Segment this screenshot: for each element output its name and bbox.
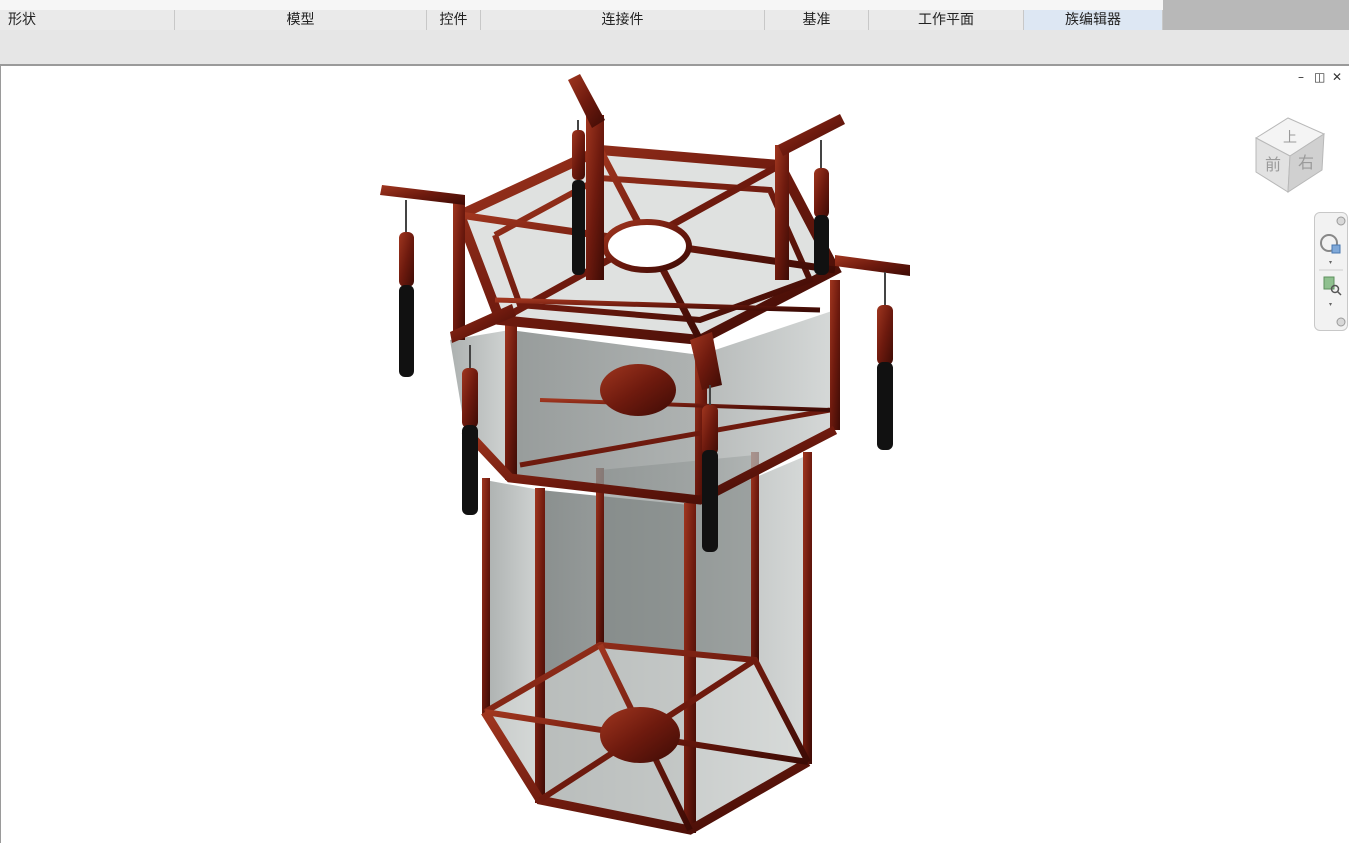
ribbon: 形状 模型 控件 连接件 基准 工作平面 族编辑器 [0, 0, 1349, 66]
panel-datum[interactable]: 基准 [765, 10, 869, 30]
panel-work-plane[interactable]: 工作平面 [869, 10, 1024, 30]
view-cube-front-label: 前 [1265, 155, 1281, 174]
zoom-icon[interactable] [1323, 276, 1342, 306]
panel-controls[interactable]: 控件 [427, 10, 481, 30]
lantern-model [380, 74, 910, 835]
navbar-options-icon[interactable] [1336, 317, 1346, 327]
view-cube[interactable]: 上 前 右 [1248, 112, 1330, 202]
view-cube-right-label: 右 [1298, 153, 1314, 172]
panel-model[interactable]: 模型 [175, 10, 427, 30]
steering-wheel-icon[interactable] [1320, 234, 1341, 264]
ribbon-bar [0, 30, 1349, 66]
navbar-close-icon[interactable] [1336, 216, 1346, 226]
view-cube-top-label: 上 [1283, 130, 1297, 146]
panel-connectors[interactable]: 连接件 [481, 10, 765, 30]
ribbon-panel-row: 形状 模型 控件 连接件 基准 工作平面 族编辑器 [0, 10, 1163, 30]
panel-shape[interactable]: 形状 [0, 10, 175, 30]
lower-body [481, 452, 812, 835]
navigation-bar [1314, 212, 1348, 331]
panel-family-editor[interactable]: 族编辑器 [1024, 10, 1163, 30]
ribbon-empty-area [1163, 0, 1349, 30]
